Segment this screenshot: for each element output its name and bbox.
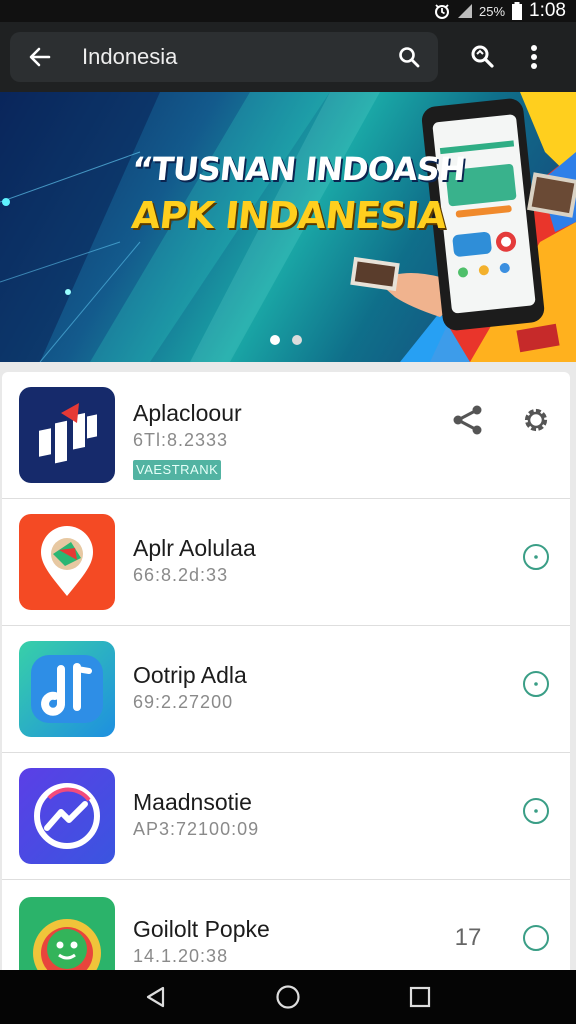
banner-subheadline: APK INDANESIA (129, 194, 448, 237)
home-circle-icon[interactable] (268, 977, 308, 1017)
app-meta: 6Tl:8.2333 (133, 430, 229, 450)
recents-square-icon[interactable] (400, 977, 440, 1017)
app-list-item[interactable]: Ootrip Adla 69:2.27200 (2, 626, 570, 753)
radio-icon[interactable] (516, 918, 556, 958)
green-face-app-icon[interactable] (19, 897, 115, 970)
carousel-dot-active[interactable] (270, 335, 280, 345)
version-tag: 17 (454, 924, 482, 951)
app-meta: AP3:72100:09 (133, 819, 260, 839)
system-nav-bar (0, 970, 576, 1024)
app-meta: 14.1.20:38 (133, 946, 229, 966)
back-triangle-icon[interactable] (136, 977, 176, 1017)
rank-badge: VAESTRANK (133, 460, 222, 480)
app-list: Aplacloour 6Tl:8.2333 VAESTRANK Aplr Aol… (2, 372, 570, 970)
app-list-item[interactable]: Maadnsotie AP3:72100:09 (2, 753, 570, 880)
search-icon[interactable] (396, 44, 422, 70)
music-note-app-icon[interactable] (19, 641, 115, 737)
search-query[interactable]: Indonesia (56, 44, 396, 70)
app-name: Goilolt Popke (133, 916, 270, 942)
top-app-bar: Indonesia (0, 22, 576, 92)
app-name: Aplacloour (133, 400, 242, 426)
share-icon[interactable] (448, 400, 488, 440)
battery-percentage: 25% (478, 3, 506, 19)
app-meta: 66:8.2d:33 (133, 565, 229, 585)
search-field[interactable]: Indonesia (10, 32, 438, 82)
app-list-item[interactable]: Aplr Aolulaa 66:8.2d:33 (2, 499, 570, 626)
voice-search-icon[interactable] (460, 35, 504, 79)
arrow-left-icon[interactable] (24, 41, 56, 73)
clock: 1:08 (529, 0, 566, 21)
radio-icon[interactable] (516, 537, 556, 577)
banner-headline: “TUSNAN INDOASH (130, 150, 467, 188)
app-list-item[interactable]: Goilolt Popke 14.1.20:38 17 (2, 880, 570, 970)
carousel-indicator (270, 335, 302, 345)
app-name: Maadnsotie (133, 789, 252, 815)
promo-banner[interactable]: “TUSNAN INDOASH APK INDANESIA (0, 92, 576, 362)
app-list-item[interactable]: Aplacloour 6Tl:8.2333 VAESTRANK (2, 372, 570, 499)
app-name: Aplr Aolulaa (133, 535, 256, 561)
red-white-bars-app-icon[interactable] (19, 387, 115, 483)
signal-icon (457, 3, 473, 19)
status-bar: 25% 1:08 (0, 0, 576, 22)
more-vertical-icon[interactable] (512, 35, 556, 79)
radio-icon[interactable] (516, 791, 556, 831)
battery-icon (511, 2, 523, 20)
messenger-app-icon[interactable] (19, 768, 115, 864)
app-meta: 69:2.27200 (133, 692, 234, 712)
alarm-icon (433, 2, 451, 20)
map-pin-app-icon[interactable] (19, 514, 115, 610)
radio-icon[interactable] (516, 664, 556, 704)
carousel-dot[interactable] (292, 335, 302, 345)
settings-gear-icon[interactable] (516, 400, 556, 440)
app-name: Ootrip Adla (133, 662, 247, 688)
